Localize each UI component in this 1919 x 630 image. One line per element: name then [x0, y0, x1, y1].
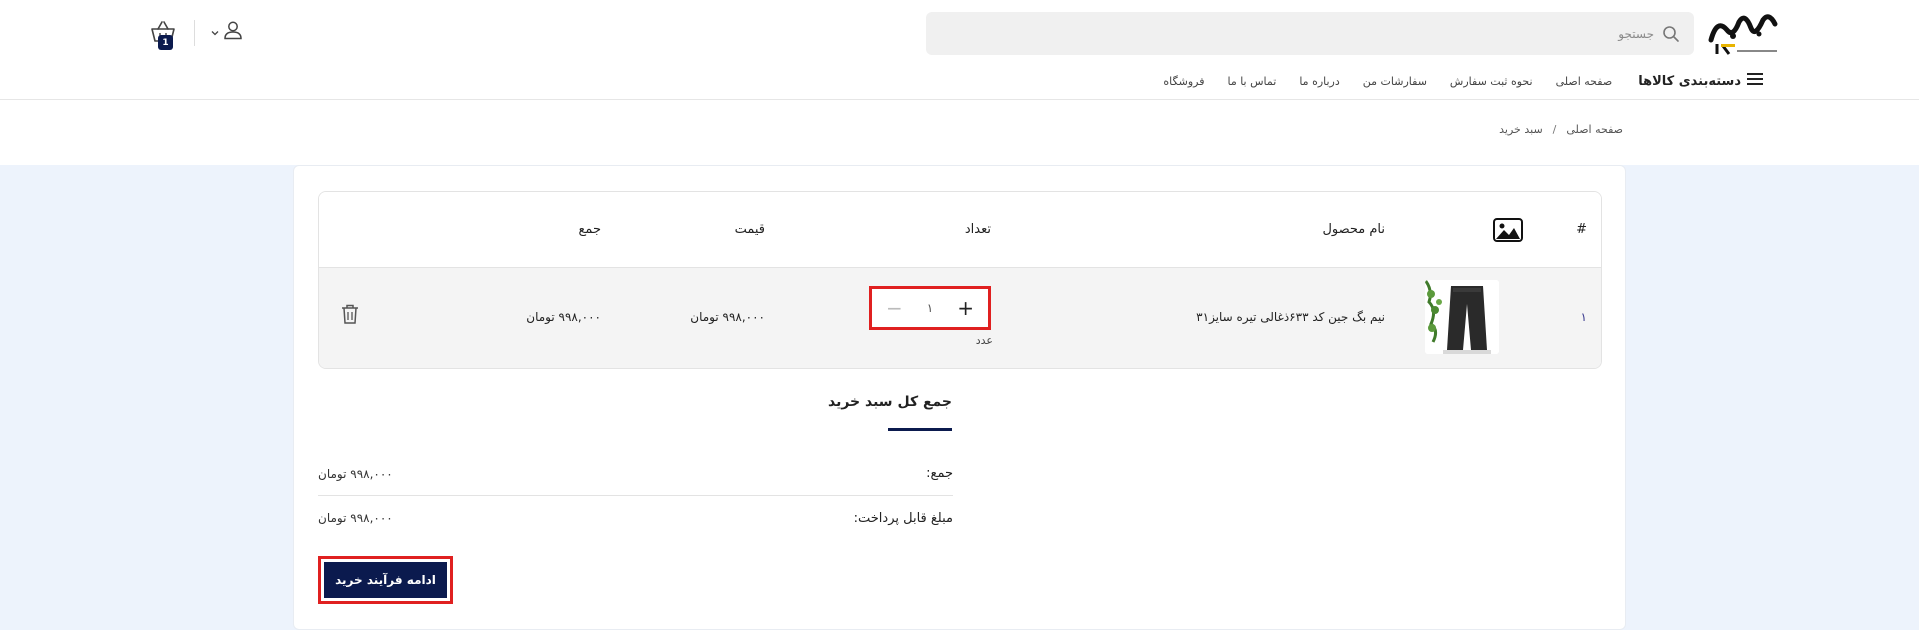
nav-my-orders[interactable]: سفارشات من: [1363, 75, 1427, 88]
breadcrumb-home[interactable]: صفحه اصلی: [1566, 123, 1623, 136]
search-input[interactable]: [954, 26, 1654, 41]
header-total: جمع: [578, 222, 601, 237]
cart-count-badge: 1: [158, 35, 173, 50]
user-menu-button[interactable]: [210, 20, 250, 44]
breadcrumb: صفحه اصلی / سبد خرید: [1499, 123, 1623, 136]
nav-contact-us[interactable]: تماس با ما: [1227, 75, 1276, 88]
header-divider: [194, 20, 195, 46]
quantity-value[interactable]: ۱: [927, 301, 933, 315]
row-price: ۹۹۸,۰۰۰ تومان: [690, 310, 765, 324]
row-index: ۱: [1580, 310, 1587, 324]
table-row: ۱ نیم بگ جین کد ۶۳۳ذغالی تیره سایز۳۱ − ۱…: [319, 268, 1601, 368]
breadcrumb-separator: /: [1552, 123, 1557, 136]
header-quantity: تعداد: [964, 222, 991, 237]
search-icon[interactable]: [1662, 25, 1680, 43]
quantity-stepper: − ۱ +: [869, 286, 991, 330]
checkout-button[interactable]: ادامه فرآیند خرید: [318, 556, 453, 604]
header: 1: [0, 0, 1919, 68]
site-logo[interactable]: [1703, 8, 1783, 58]
nav-shop[interactable]: فروشگاه: [1163, 75, 1204, 88]
cart-table-header: # نام محصول تعداد قیمت جمع: [319, 192, 1601, 268]
header-product-name: نام محصول: [1322, 222, 1385, 237]
increase-quantity-button[interactable]: +: [957, 298, 974, 318]
header-border: [0, 99, 1919, 100]
subtotal-label: جمع:: [926, 466, 953, 481]
product-image[interactable]: [1425, 280, 1499, 354]
header-price: قیمت: [734, 222, 765, 237]
cart-button[interactable]: 1: [144, 20, 176, 52]
chevron-down-icon: [210, 23, 220, 42]
decrease-quantity-button[interactable]: −: [886, 298, 903, 318]
hamburger-icon: [1747, 72, 1763, 90]
trash-icon[interactable]: [341, 304, 359, 324]
main-nav: دسته‌بندی کالاها صفحه اصلی نحوه ثبت سفار…: [1140, 68, 1763, 94]
payable-value: ۹۹۸,۰۰۰ تومان: [318, 511, 393, 525]
row-total: ۹۹۸,۰۰۰ تومان: [526, 310, 601, 324]
header-index: #: [1576, 222, 1587, 237]
cart-card: # نام محصول تعداد قیمت جمع ۱ نیم بگ جین …: [293, 165, 1626, 630]
image-icon: [1493, 218, 1523, 246]
payable-row: مبلغ قابل پرداخت: ۹۹۸,۰۰۰ تومان: [318, 496, 953, 540]
breadcrumb-current: سبد خرید: [1499, 123, 1543, 136]
subtotal-value: ۹۹۸,۰۰۰ تومان: [318, 466, 393, 481]
nav-about-us[interactable]: درباره ما: [1299, 75, 1339, 88]
user-icon: [222, 19, 244, 45]
search-bar[interactable]: [926, 12, 1694, 55]
cart-totals-title: جمع کل سبد خرید: [827, 394, 952, 410]
categories-label: دسته‌بندی کالاها: [1638, 73, 1741, 89]
payable-label: مبلغ قابل پرداخت:: [853, 510, 953, 526]
nav-how-to-order[interactable]: نحوه ثبت سفارش: [1450, 75, 1533, 88]
checkout-button-label: ادامه فرآیند خرید: [324, 562, 447, 598]
cart-totals-underline: [888, 428, 952, 431]
cart-table: # نام محصول تعداد قیمت جمع ۱ نیم بگ جین …: [318, 191, 1602, 369]
subtotal-row: جمع: ۹۹۸,۰۰۰ تومان: [318, 452, 953, 496]
categories-menu[interactable]: دسته‌بندی کالاها: [1638, 72, 1763, 90]
product-name[interactable]: نیم بگ جین کد ۶۳۳ذغالی تیره سایز۳۱: [1196, 310, 1385, 324]
nav-home[interactable]: صفحه اصلی: [1556, 75, 1613, 88]
quantity-unit: عدد: [975, 334, 993, 347]
